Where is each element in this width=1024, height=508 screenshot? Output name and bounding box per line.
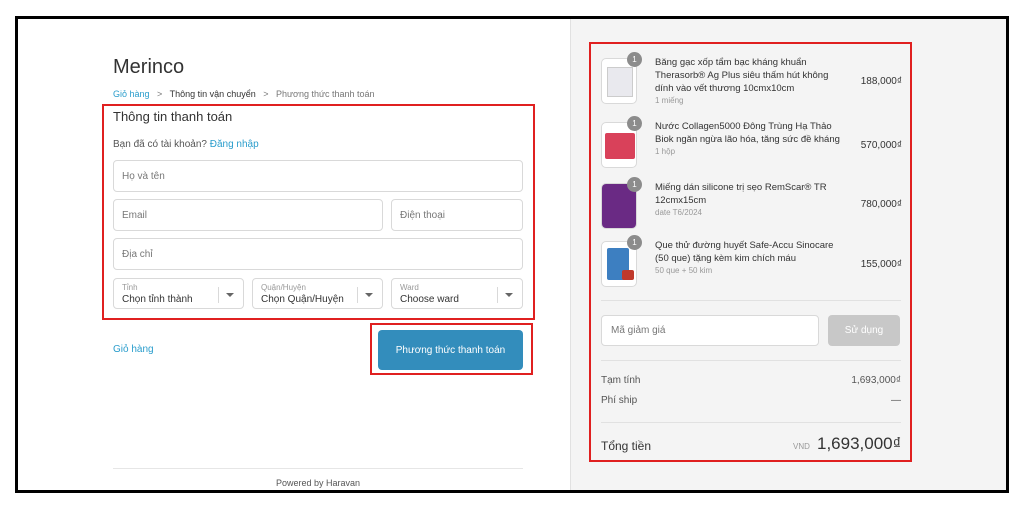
product-thumbnail: 1 <box>601 177 642 229</box>
email-input[interactable] <box>114 200 382 230</box>
breadcrumb-chevron-icon: > <box>263 89 269 99</box>
total-value: 1,693,000₫ <box>817 434 902 453</box>
phone-input[interactable] <box>392 200 522 230</box>
product-title: Băng gạc xốp tẩm bạc kháng khuẩn Theraso… <box>655 57 829 94</box>
product-price: 780,000₫ <box>860 199 902 210</box>
product-title: Nước Collagen5000 Đông Trùng Hạ Thảo Bio… <box>655 121 840 145</box>
select-divider <box>497 287 498 303</box>
product-title: Que thử đường huyết Safe-Accu Sinocare (… <box>655 240 834 264</box>
apply-discount-button[interactable]: Sử dụng <box>828 315 900 346</box>
product-title: Miếng dán silicone trị sẹo RemScar® TR 1… <box>655 182 827 206</box>
footer-powered-by: Powered by Haravan <box>275 478 361 488</box>
fullname-field[interactable] <box>113 160 523 192</box>
breadcrumb-cart[interactable]: Giỏ hàng <box>113 89 150 99</box>
province-value: Chọn tỉnh thành <box>122 294 193 305</box>
chevron-down-icon <box>365 293 373 297</box>
shop-name[interactable]: Merinco <box>113 56 184 79</box>
divider <box>601 422 901 423</box>
select-divider <box>218 287 219 303</box>
ward-select[interactable]: Ward Choose ward <box>391 278 523 309</box>
address-field[interactable] <box>113 238 523 270</box>
total-currency: VND <box>793 442 810 451</box>
checkout-main: Merinco Giỏ hàng > Thông tin vận chuyển … <box>18 19 570 490</box>
chevron-down-icon <box>226 293 234 297</box>
district-label: Quận/Huyện <box>261 283 306 292</box>
breadcrumb-chevron-icon: > <box>157 89 163 99</box>
divider <box>601 360 901 361</box>
product-name: Miếng dán silicone trị sẹo RemScar® TR 1… <box>655 181 841 219</box>
email-field[interactable] <box>113 199 383 231</box>
total-label: Tổng tiền <box>601 439 652 453</box>
divider <box>601 300 901 301</box>
product-price: 188,000₫ <box>860 76 902 87</box>
discount-code-input[interactable] <box>602 316 818 345</box>
product-price: 570,000₫ <box>860 140 902 151</box>
shipping-fee-label: Phí ship <box>601 395 638 406</box>
breadcrumb-payment: Phương thức thanh toán <box>276 89 375 99</box>
product-thumbnail: 1 <box>601 52 642 104</box>
login-link[interactable]: Đăng nhập <box>210 139 259 150</box>
checkout-page: Merinco Giỏ hàng > Thông tin vận chuyển … <box>15 16 1009 493</box>
product-image-accent <box>622 270 634 280</box>
quantity-badge: 1 <box>627 235 642 250</box>
quantity-badge: 1 <box>627 116 642 131</box>
login-prompt: Bạn đã có tài khoản? Đăng nhập <box>113 139 259 150</box>
fullname-input[interactable] <box>114 161 522 191</box>
back-to-cart-link[interactable]: Giỏ hàng <box>113 344 154 355</box>
product-image <box>605 133 635 159</box>
product-variant: 50 que + 50 kim <box>655 266 713 275</box>
product-name: Que thử đường huyết Safe-Accu Sinocare (… <box>655 239 841 277</box>
chevron-down-icon <box>505 293 513 297</box>
breadcrumb: Giỏ hàng > Thông tin vận chuyển > Phương… <box>113 89 375 99</box>
product-image <box>607 67 633 97</box>
product-thumbnail: 1 <box>601 116 642 168</box>
shipping-fee-value: — <box>891 395 901 406</box>
address-input[interactable] <box>114 239 522 269</box>
select-divider <box>357 287 358 303</box>
login-prompt-text: Bạn đã có tài khoản? <box>113 139 207 150</box>
footer-divider <box>113 468 523 469</box>
product-name: Băng gạc xốp tẩm bạc kháng khuẩn Theraso… <box>655 56 841 107</box>
product-variant: 1 miếng <box>655 96 684 105</box>
quantity-badge: 1 <box>627 52 642 67</box>
continue-to-payment-button[interactable]: Phương thức thanh toán <box>378 330 523 370</box>
breadcrumb-shipping: Thông tin vận chuyển <box>169 89 256 99</box>
subtotal-value: 1,693,000₫ <box>851 375 901 386</box>
ward-label: Ward <box>400 283 419 292</box>
province-select[interactable]: Tỉnh Chọn tỉnh thành <box>113 278 244 309</box>
section-title: Thông tin thanh toán <box>113 109 233 124</box>
product-name: Nước Collagen5000 Đông Trùng Hạ Thảo Bio… <box>655 120 841 158</box>
district-value: Chọn Quận/Huyện <box>261 294 344 305</box>
order-summary: 1 Băng gạc xốp tẩm bạc kháng khuẩn Thera… <box>570 19 1006 490</box>
product-variant: date T6/2024 <box>655 208 703 217</box>
product-price: 155,000₫ <box>860 259 902 270</box>
discount-code-field[interactable] <box>601 315 819 346</box>
phone-field[interactable] <box>391 199 523 231</box>
province-label: Tỉnh <box>122 283 138 292</box>
ward-value: Choose ward <box>400 294 459 305</box>
quantity-badge: 1 <box>627 177 642 192</box>
subtotal-label: Tạm tính <box>601 375 641 386</box>
product-variant: 1 hộp <box>655 147 676 156</box>
district-select[interactable]: Quận/Huyện Chọn Quận/Huyện <box>252 278 383 309</box>
product-thumbnail: 1 <box>601 235 642 287</box>
